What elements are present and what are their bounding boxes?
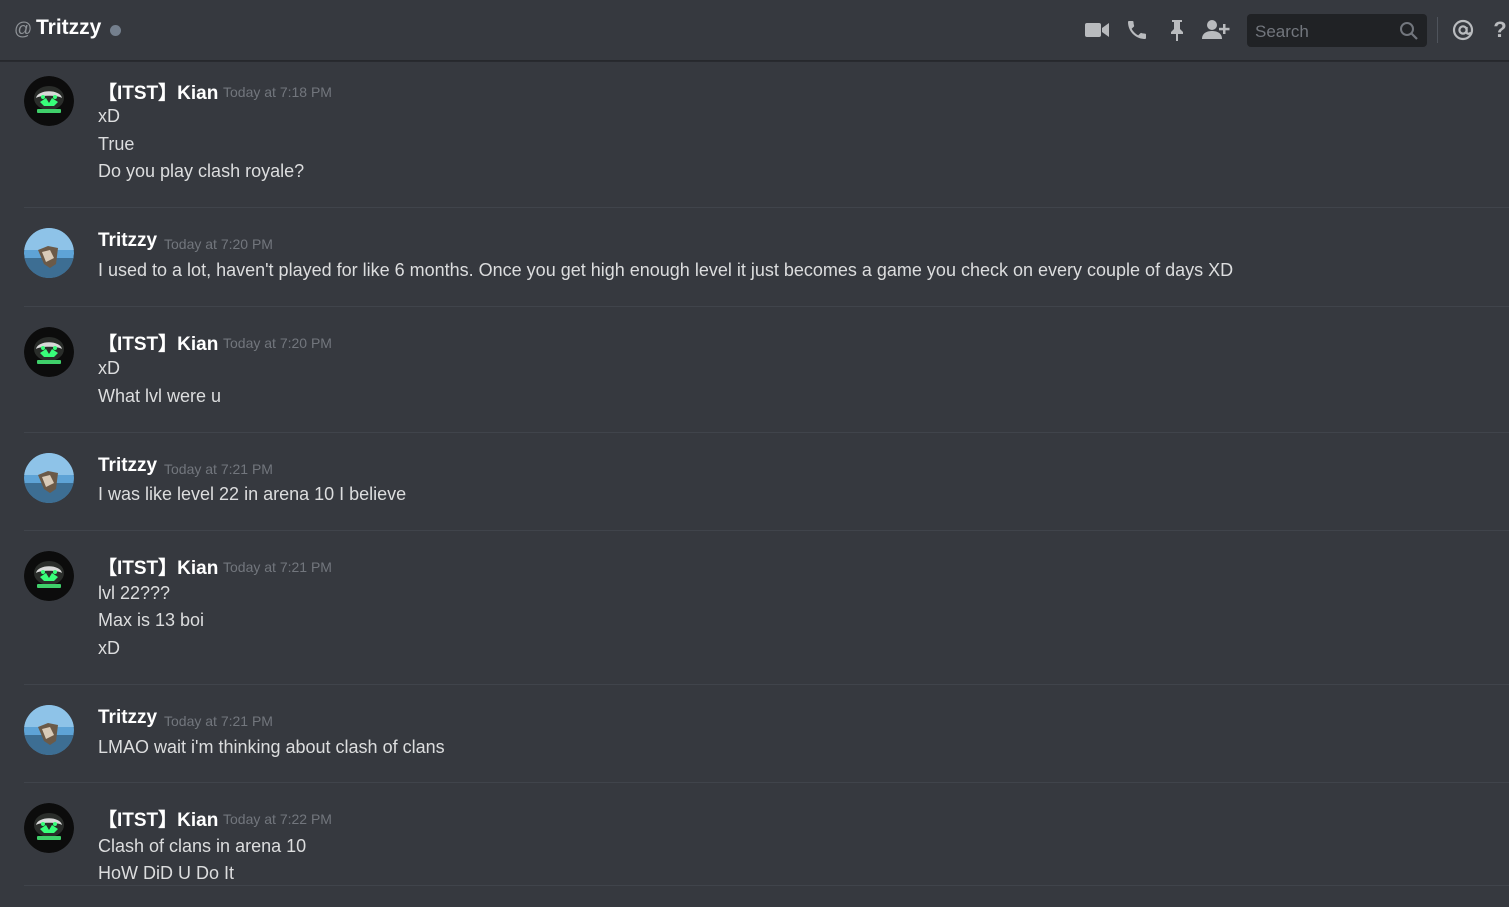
username[interactable]: Tritzzy [98, 455, 157, 477]
video-icon[interactable] [1083, 16, 1111, 44]
message-list[interactable]: 【ITST】Kian Today at 7:18 PM xD True Do y… [0, 62, 1509, 907]
avatar-kian[interactable] [24, 76, 74, 126]
message-group: Tritzzy Today at 7:21 PM LMAO wait i'm t… [24, 691, 1509, 783]
search-icon [1400, 22, 1418, 40]
timestamp: Today at 7:22 PM [223, 811, 332, 827]
timestamp: Today at 7:20 PM [164, 236, 273, 252]
avatar-tritzzy[interactable] [24, 228, 74, 278]
message-group: Tritzzy Today at 7:21 PM I was like leve… [24, 439, 1509, 531]
avatar-kian[interactable] [24, 803, 74, 853]
search-box[interactable] [1247, 14, 1427, 49]
message-text: HoW DiD U Do It [98, 863, 235, 883]
message-text: lvl 22??? [98, 583, 171, 603]
message-group: 【ITST】Kian Today at 7:20 PM xD What lvl … [24, 313, 1509, 433]
message-text: Clash of clans in arena 10 [98, 836, 307, 856]
channel-header: @ Tritzzy ? [0, 0, 1509, 61]
message-text: xD [98, 358, 120, 378]
message-text: Max is 13 boi [98, 610, 205, 630]
avatar-tritzzy[interactable] [24, 453, 74, 503]
phone-icon[interactable] [1123, 16, 1151, 44]
at-symbol: @ [14, 19, 33, 39]
status-indicator [110, 25, 121, 36]
username[interactable]: 【ITST】Kian [98, 329, 218, 356]
avatar-kian[interactable] [24, 551, 74, 601]
message-text: I was like level 22 in arena 10 I believ… [98, 484, 407, 504]
channel-name: Tritzzy [36, 16, 102, 39]
message-group: 【ITST】Kian Today at 7:22 PM Clash of cla… [24, 789, 1509, 886]
help-glyph: ? [1493, 17, 1507, 42]
message-text: LMAO wait i'm thinking about clash of cl… [98, 737, 445, 757]
timestamp: Today at 7:18 PM [223, 84, 332, 100]
message-text: xD [98, 638, 120, 658]
username[interactable]: 【ITST】Kian [98, 78, 218, 105]
mention-icon[interactable] [1449, 16, 1477, 44]
help-icon[interactable]: ? [1491, 16, 1509, 44]
message-group: Tritzzy Today at 7:20 PM I used to a lot… [24, 214, 1509, 307]
avatar-kian[interactable] [24, 327, 74, 377]
timestamp: Today at 7:21 PM [164, 461, 273, 477]
timestamp: Today at 7:21 PM [164, 713, 273, 729]
username[interactable]: 【ITST】Kian [98, 805, 218, 832]
message-group: 【ITST】Kian Today at 7:18 PM xD True Do y… [24, 62, 1509, 208]
message-text: xD [98, 106, 120, 126]
message-text: What lvl were u [98, 386, 222, 406]
message-text: True [98, 134, 135, 154]
message-group: 【ITST】Kian Today at 7:21 PM lvl 22??? Ma… [24, 537, 1509, 685]
search-input[interactable] [1247, 14, 1407, 49]
timestamp: Today at 7:20 PM [223, 335, 332, 351]
avatar-tritzzy[interactable] [24, 705, 74, 755]
message-text: I used to a lot, haven't played for like… [98, 260, 1234, 280]
message-text: Do you play clash royale? [98, 161, 305, 181]
username[interactable]: Tritzzy [98, 707, 157, 729]
username[interactable]: Tritzzy [98, 230, 157, 252]
add-user-icon[interactable] [1202, 16, 1230, 44]
pin-icon[interactable] [1163, 16, 1191, 44]
header-divider [1437, 17, 1438, 43]
timestamp: Today at 7:21 PM [223, 559, 332, 575]
username[interactable]: 【ITST】Kian [98, 553, 218, 580]
